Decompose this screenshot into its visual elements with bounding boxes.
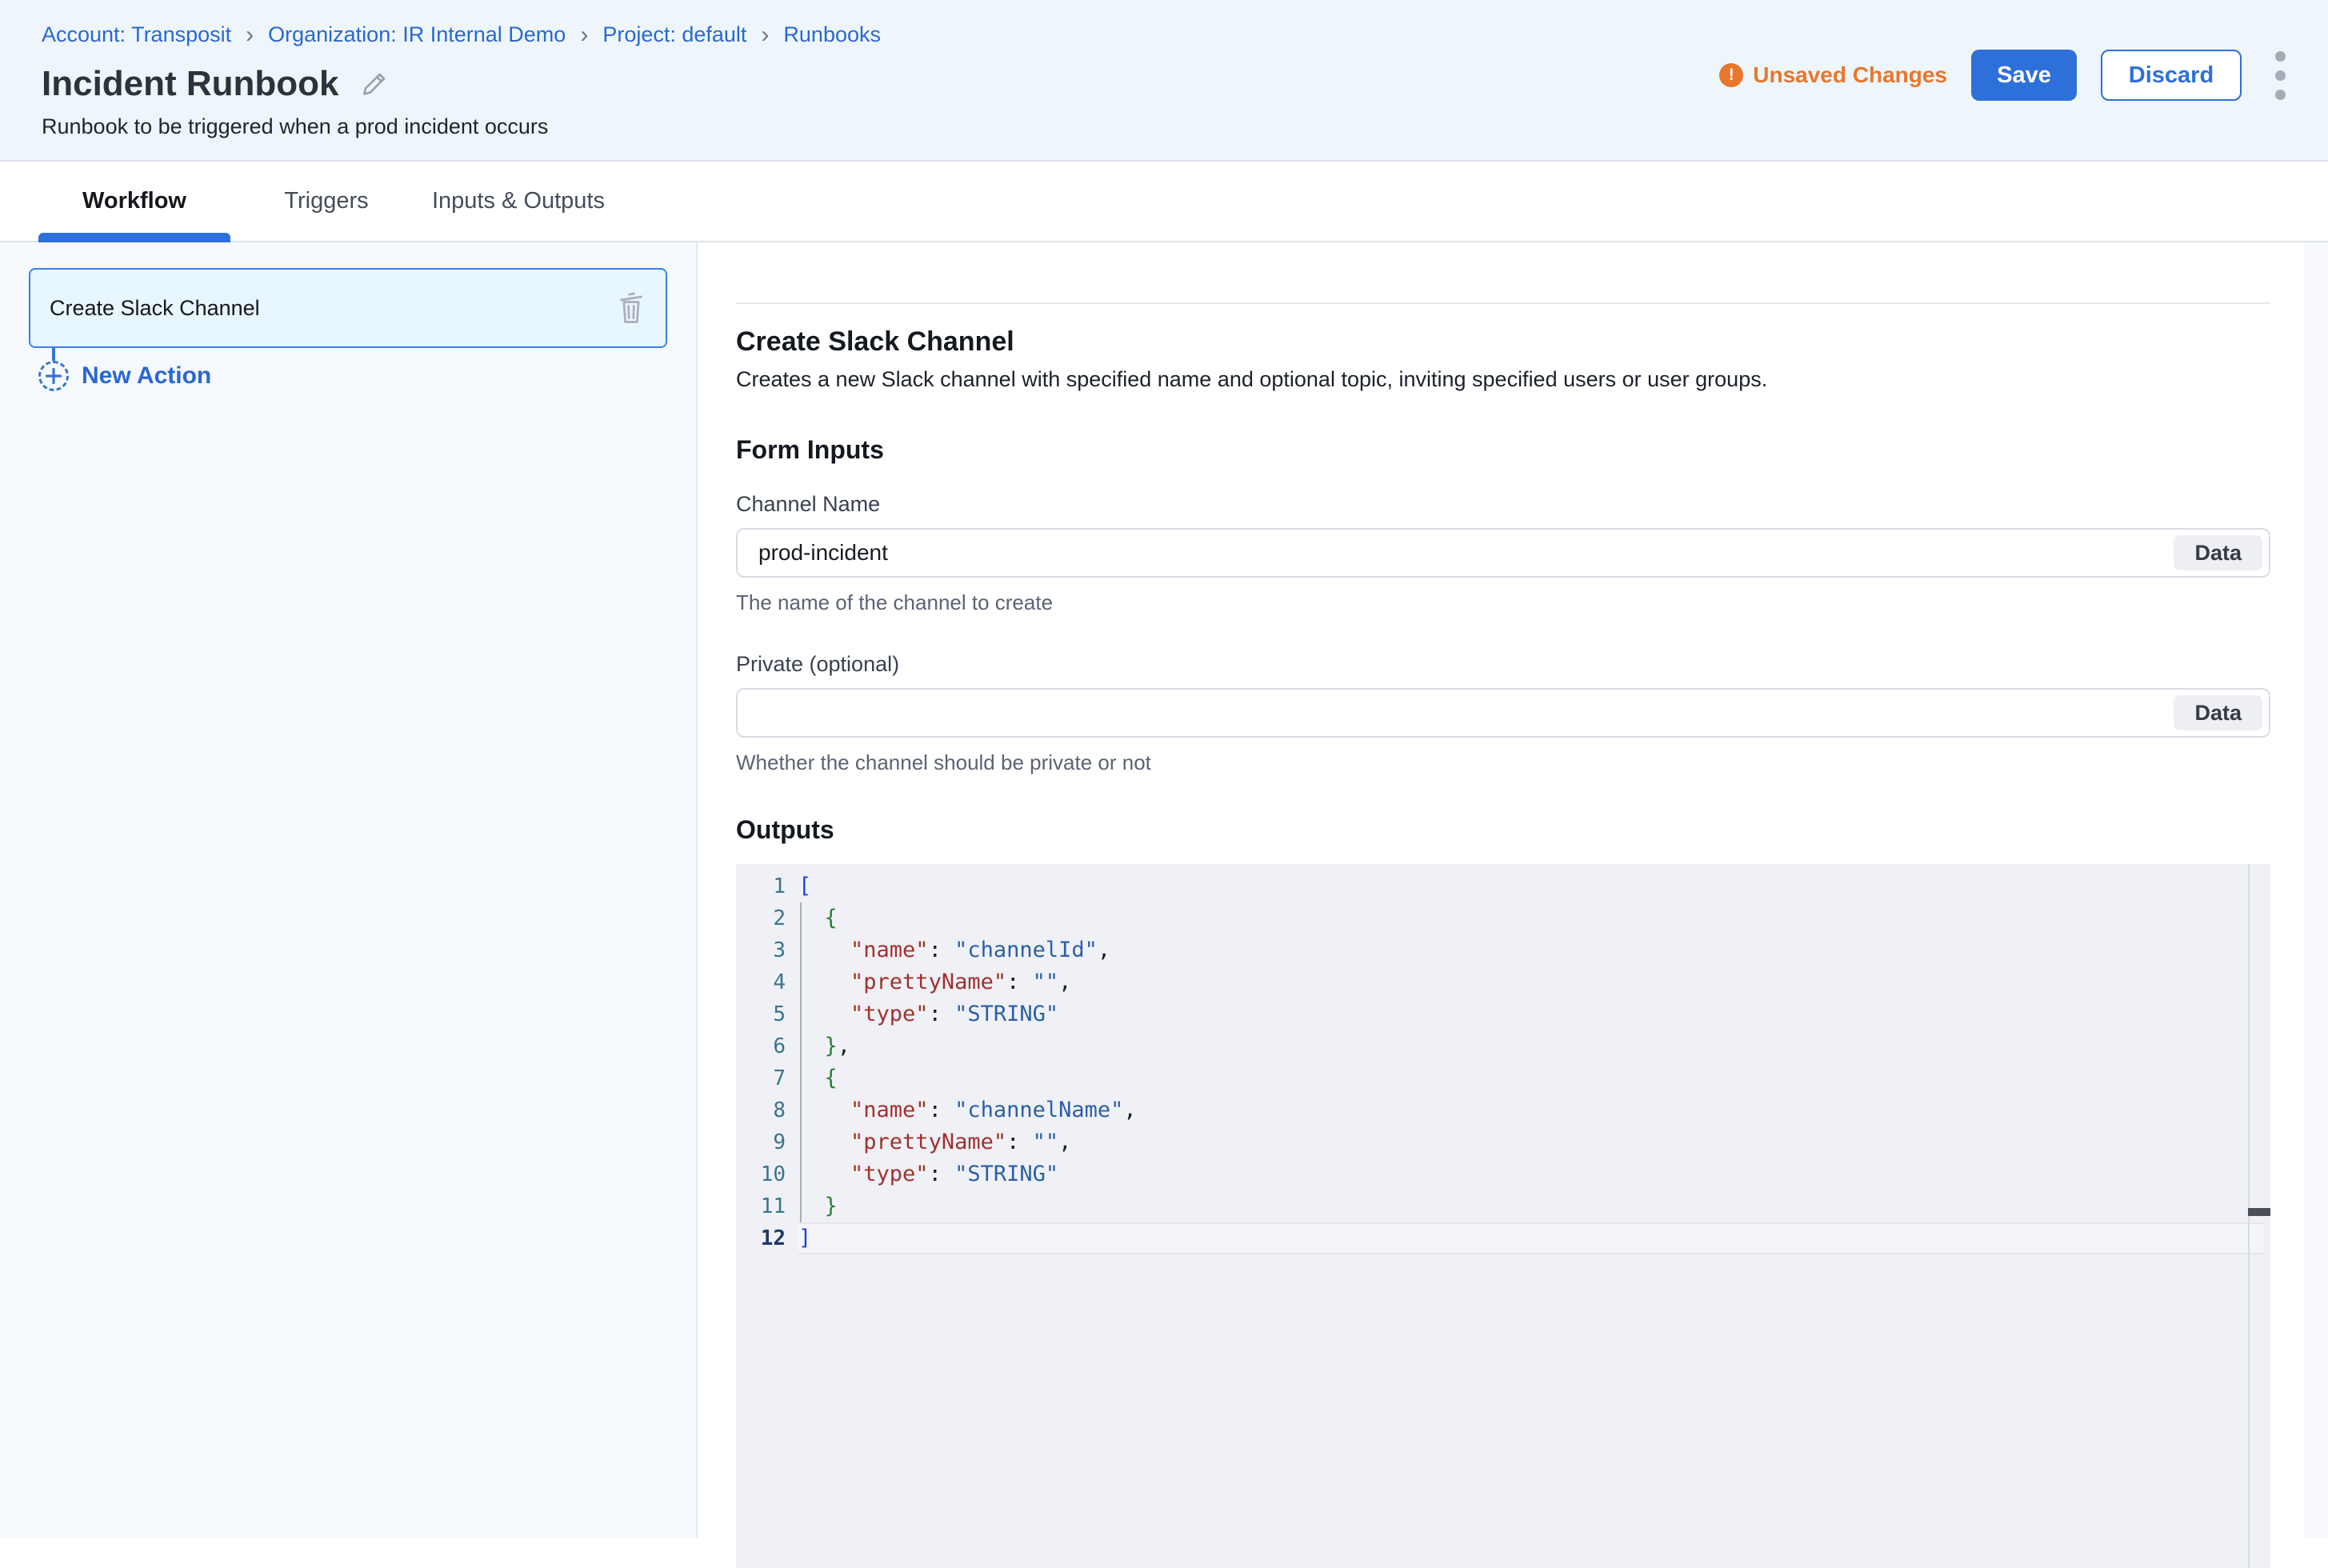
breadcrumb-runbooks[interactable]: Runbooks — [783, 22, 881, 47]
channel-name-input[interactable] — [738, 530, 2174, 576]
runbook-page: Account: Transposit › Organization: IR I… — [0, 0, 2328, 1538]
private-input[interactable] — [738, 690, 2174, 736]
code-text: } — [798, 1190, 2264, 1222]
code-text: "type": "STRING" — [798, 1158, 2264, 1190]
code-line: 5 "type": "STRING" — [736, 998, 2270, 1030]
content-area: Create Slack Channel — [0, 242, 2328, 1538]
more-options-button[interactable] — [2266, 50, 2294, 101]
code-text: "name": "channelId", — [798, 934, 2264, 966]
outputs-heading: Outputs — [736, 815, 2270, 845]
unsaved-changes-label: Unsaved Changes — [1753, 62, 1947, 88]
line-number: 8 — [736, 1094, 798, 1126]
line-number: 5 — [736, 998, 798, 1030]
private-helper: Whether the channel should be private or… — [736, 750, 2270, 775]
plus-circle-icon — [38, 361, 69, 391]
channel-name-data-button[interactable]: Data — [2174, 535, 2262, 570]
channel-name-input-shell: Data — [736, 528, 2270, 578]
channel-name-label: Channel Name — [736, 492, 2270, 517]
warning-icon: ! — [1719, 63, 1743, 87]
unsaved-changes-badge: ! Unsaved Changes — [1719, 62, 1947, 88]
code-text: "prettyName": "", — [798, 966, 2264, 998]
action-card-label: Create Slack Channel — [50, 296, 260, 321]
line-number: 4 — [736, 966, 798, 998]
code-line: 4 "prettyName": "", — [736, 966, 2270, 998]
workflow-connector-line — [52, 348, 55, 361]
workflow-panel: Create Slack Channel — [0, 242, 698, 1538]
pencil-icon — [362, 71, 387, 97]
page-subtitle: Runbook to be triggered when a prod inci… — [42, 114, 2328, 139]
tab-triggers[interactable]: Triggers — [230, 162, 422, 241]
editor-scrollbar-thumb[interactable] — [2248, 1208, 2270, 1216]
line-number: 9 — [736, 1126, 798, 1158]
code-line: 10 "type": "STRING" — [736, 1158, 2270, 1190]
code-editor[interactable]: 1[2 {3 "name": "channelId",4 "prettyName… — [736, 864, 2270, 1568]
code-text: "type": "STRING" — [798, 998, 2264, 1030]
breadcrumb-separator-icon: › — [580, 24, 588, 46]
delete-action-button[interactable] — [613, 290, 650, 326]
code-line: 8 "name": "channelName", — [736, 1094, 2270, 1126]
action-detail-panel: Create Slack Channel Creates a new Slack… — [698, 242, 2328, 1538]
line-number: 2 — [736, 902, 798, 934]
breadcrumb: Account: Transposit › Organization: IR I… — [42, 22, 2328, 47]
line-number: 7 — [736, 1062, 798, 1094]
breadcrumb-project[interactable]: Project: default — [602, 22, 746, 47]
code-text: { — [798, 1062, 2264, 1094]
save-button[interactable]: Save — [1971, 50, 2077, 101]
breadcrumb-separator-icon: › — [246, 24, 254, 46]
code-line: 2 { — [736, 902, 2270, 934]
editor-ruler-line — [2248, 864, 2250, 1568]
tab-workflow[interactable]: Workflow — [38, 162, 230, 241]
private-label: Private (optional) — [736, 652, 2270, 677]
line-number: 11 — [736, 1190, 798, 1222]
line-number: 12 — [736, 1222, 798, 1254]
code-text: [ — [798, 870, 2264, 902]
line-number: 6 — [736, 1030, 798, 1062]
line-number: 3 — [736, 934, 798, 966]
breadcrumb-separator-icon: › — [761, 24, 769, 46]
new-action-label: New Action — [82, 362, 211, 390]
channel-name-helper: The name of the channel to create — [736, 590, 2270, 615]
new-action-button[interactable]: New Action — [38, 361, 696, 391]
kebab-dot — [2275, 51, 2286, 62]
private-data-button[interactable]: Data — [2174, 695, 2262, 730]
tab-inputs-outputs[interactable]: Inputs & Outputs — [422, 162, 614, 241]
code-text: ] — [798, 1222, 2264, 1254]
code-text: { — [798, 902, 2264, 934]
page-header: Account: Transposit › Organization: IR I… — [0, 0, 2328, 162]
code-line: 6 }, — [736, 1030, 2270, 1062]
private-input-shell: Data — [736, 688, 2270, 738]
header-actions: ! Unsaved Changes Save Discard — [1719, 50, 2294, 101]
code-text: "prettyName": "", — [798, 1126, 2264, 1158]
code-text: "name": "channelName", — [798, 1094, 2264, 1126]
code-line: 1[ — [736, 870, 2270, 902]
detail-title: Create Slack Channel — [736, 326, 2270, 358]
line-number: 10 — [736, 1158, 798, 1190]
detail-description: Creates a new Slack channel with specifi… — [736, 367, 2270, 392]
line-number: 1 — [736, 870, 798, 902]
breadcrumb-organization[interactable]: Organization: IR Internal Demo — [268, 22, 566, 47]
breadcrumb-account[interactable]: Account: Transposit — [42, 22, 231, 47]
kebab-dot — [2275, 90, 2286, 100]
kebab-dot — [2275, 70, 2286, 81]
discard-button[interactable]: Discard — [2101, 50, 2242, 101]
right-edge-strip — [2304, 242, 2328, 1538]
code-line: 9 "prettyName": "", — [736, 1126, 2270, 1158]
code-text: }, — [798, 1030, 2264, 1062]
code-line: 3 "name": "channelId", — [736, 934, 2270, 966]
code-lines: 1[2 {3 "name": "channelId",4 "prettyName… — [736, 864, 2270, 1254]
trash-icon — [615, 290, 647, 326]
code-line: 12] — [736, 1222, 2270, 1254]
code-line: 7 { — [736, 1062, 2270, 1094]
code-line: 11 } — [736, 1190, 2270, 1222]
page-title: Incident Runbook — [42, 65, 339, 103]
action-card-create-slack-channel[interactable]: Create Slack Channel — [29, 268, 667, 348]
detail-top-divider — [736, 302, 2270, 304]
edit-title-button[interactable] — [360, 70, 389, 98]
tab-bar: Workflow Triggers Inputs & Outputs — [0, 162, 2328, 242]
form-inputs-heading: Form Inputs — [736, 435, 2270, 465]
